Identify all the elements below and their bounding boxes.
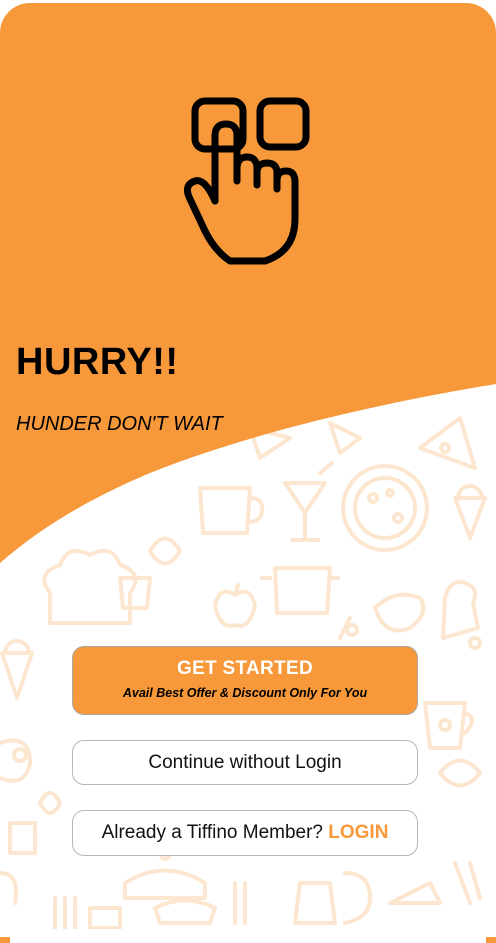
get-started-button[interactable]: GET STARTED Avail Best Offer & Discount …	[72, 646, 418, 715]
login-link[interactable]: LOGIN	[328, 822, 388, 843]
member-login-prompt: Already a Tiffino Member?	[101, 822, 329, 843]
get-started-sublabel: Avail Best Offer & Discount Only For You	[122, 686, 368, 700]
tagline: HUNDER DON'T WAIT	[16, 413, 223, 435]
left-corner-accent	[0, 937, 10, 943]
headline: HURRY!!	[16, 341, 179, 383]
app-frame: HURRY!! HUNDER DON'T WAIT GET STARTED Av…	[0, 3, 496, 929]
tap-hand-icon	[183, 97, 310, 265]
get-started-label: GET STARTED	[177, 658, 313, 679]
continue-without-login-label: Continue without Login	[148, 752, 342, 773]
welcome-screen: HURRY!! HUNDER DON'T WAIT GET STARTED Av…	[0, 0, 496, 943]
right-corner-accent	[486, 937, 496, 943]
continue-without-login-button[interactable]: Continue without Login	[72, 740, 418, 785]
member-login-button[interactable]: Already a Tiffino Member? LOGIN	[72, 810, 418, 856]
